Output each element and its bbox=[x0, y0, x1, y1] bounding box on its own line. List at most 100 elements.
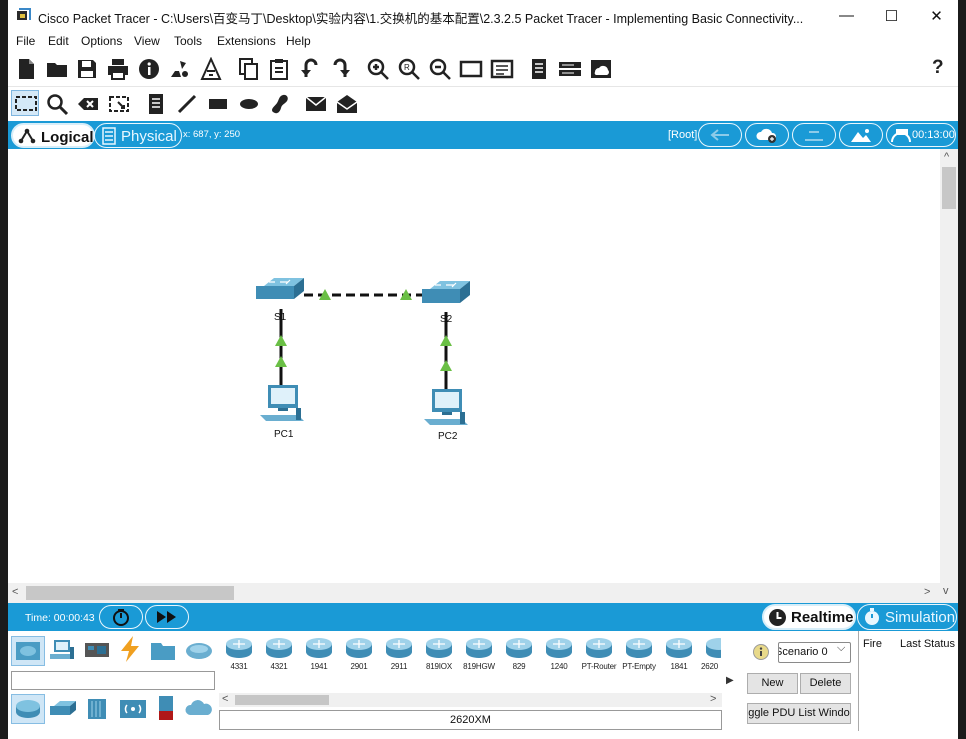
scroll-right-icon[interactable]: > bbox=[924, 586, 930, 598]
menu-options[interactable]: Options bbox=[81, 34, 122, 48]
paste-icon[interactable] bbox=[267, 57, 291, 81]
undo-icon[interactable] bbox=[298, 57, 322, 81]
router-model-1841[interactable]: 1841 bbox=[661, 634, 697, 671]
scrollbar-thumb[interactable] bbox=[26, 586, 234, 600]
components-icon[interactable] bbox=[83, 637, 111, 663]
inspect-icon[interactable] bbox=[45, 92, 69, 116]
move-object-button[interactable] bbox=[792, 123, 836, 147]
canvas-horizontal-scrollbar[interactable]: < > v bbox=[8, 583, 958, 603]
freeform-icon[interactable] bbox=[268, 92, 292, 116]
simulation-mode-tab[interactable]: Simulation bbox=[857, 604, 957, 630]
simple-pdu-icon[interactable] bbox=[304, 92, 328, 116]
chevron-down-icon[interactable]: ⌵ bbox=[837, 642, 845, 655]
power-cycle-button[interactable] bbox=[99, 605, 143, 629]
tab-physical[interactable]: Physical bbox=[94, 123, 182, 148]
set-tiled-background-button[interactable] bbox=[839, 123, 883, 147]
scroll-up-icon[interactable]: ^ bbox=[944, 151, 949, 163]
device-search-input[interactable] bbox=[11, 671, 215, 690]
switch-s2-icon[interactable] bbox=[422, 281, 470, 303]
device-dialog-icon[interactable] bbox=[558, 57, 582, 81]
copy-icon[interactable] bbox=[236, 57, 260, 81]
view-command-log-icon[interactable] bbox=[527, 57, 551, 81]
tab-logical[interactable]: Logical bbox=[11, 123, 95, 148]
open-folder-icon[interactable] bbox=[45, 57, 69, 81]
menu-tools[interactable]: Tools bbox=[174, 34, 202, 48]
collapse-panel-icon[interactable]: ▶ bbox=[726, 675, 734, 686]
delete-scenario-button[interactable]: Delete bbox=[800, 673, 851, 694]
info-icon[interactable] bbox=[137, 57, 161, 81]
routers-subcategory[interactable] bbox=[11, 694, 45, 724]
scroll-left-icon[interactable]: < bbox=[222, 693, 228, 705]
print-icon[interactable] bbox=[106, 57, 130, 81]
redo-icon[interactable] bbox=[329, 57, 353, 81]
end-devices-icon[interactable] bbox=[48, 637, 76, 663]
new-cluster-button[interactable] bbox=[745, 123, 789, 147]
root-label[interactable]: [Root] bbox=[668, 129, 697, 141]
connections-icon[interactable] bbox=[117, 635, 143, 663]
canvas-vertical-scrollbar[interactable]: ^ bbox=[940, 149, 958, 583]
save-icon[interactable] bbox=[75, 57, 99, 81]
menu-file[interactable]: File bbox=[16, 34, 35, 48]
logical-workspace-canvas[interactable]: S1 S2 PC1 PC2 bbox=[8, 149, 940, 583]
wan-emulation-icon[interactable] bbox=[184, 697, 214, 719]
delete-icon[interactable] bbox=[76, 92, 100, 116]
menu-view[interactable]: View bbox=[134, 34, 160, 48]
new-file-icon[interactable] bbox=[14, 57, 38, 81]
router-model-2911[interactable]: 2911 bbox=[381, 634, 417, 671]
scrollbar-thumb[interactable] bbox=[235, 695, 329, 705]
complex-pdu-icon[interactable] bbox=[335, 92, 359, 116]
zoom-reset-icon[interactable]: R bbox=[397, 57, 421, 81]
activity-wizard-icon[interactable] bbox=[168, 57, 192, 81]
router-model-4321[interactable]: 4321 bbox=[261, 634, 297, 671]
scrollbar-thumb[interactable] bbox=[942, 167, 956, 209]
resize-icon[interactable] bbox=[107, 92, 131, 116]
security-icon[interactable] bbox=[156, 694, 176, 722]
menu-extensions[interactable]: Extensions bbox=[217, 34, 276, 48]
rectangle-icon[interactable] bbox=[206, 92, 230, 116]
router-model-2620[interactable]: 2620 bbox=[701, 634, 721, 670]
router-model-819iox[interactable]: 819IOX bbox=[421, 634, 457, 671]
pc2-icon[interactable] bbox=[424, 389, 468, 425]
line-icon[interactable] bbox=[175, 92, 199, 116]
menu-help[interactable]: Help bbox=[286, 34, 311, 48]
router-model-819hgw[interactable]: 819HGW bbox=[461, 634, 497, 671]
switches-icon[interactable] bbox=[48, 697, 78, 721]
select-icon[interactable] bbox=[14, 92, 38, 116]
back-button[interactable] bbox=[698, 123, 742, 147]
router-model-829[interactable]: 829 bbox=[501, 634, 537, 671]
new-scenario-button[interactable]: New bbox=[747, 673, 798, 694]
note-icon[interactable] bbox=[144, 92, 168, 116]
close-button[interactable]: ✕ bbox=[914, 0, 958, 31]
router-model-1941[interactable]: 1941 bbox=[301, 634, 337, 671]
router-model-pt-router[interactable]: PT-Router bbox=[581, 634, 617, 671]
scroll-right-icon[interactable]: > bbox=[710, 693, 716, 705]
maximize-button[interactable]: ☐ bbox=[869, 0, 914, 31]
pc1-icon[interactable] bbox=[260, 385, 304, 421]
scroll-down-icon[interactable]: v bbox=[943, 585, 949, 597]
drawing-palette-icon[interactable] bbox=[459, 57, 483, 81]
ellipse-icon[interactable] bbox=[237, 92, 261, 116]
router-model-pt-empty[interactable]: PT-Empty bbox=[621, 634, 657, 671]
menu-edit[interactable]: Edit bbox=[48, 34, 69, 48]
custom-device-icon[interactable] bbox=[199, 57, 223, 81]
router-model-4331[interactable]: 4331 bbox=[221, 634, 257, 671]
custom-device-dialog-icon[interactable] bbox=[490, 57, 514, 81]
miscellaneous-icon[interactable] bbox=[149, 637, 177, 663]
wireless-devices-icon[interactable] bbox=[118, 698, 148, 720]
router-model-2901[interactable]: 2901 bbox=[341, 634, 377, 671]
help-button[interactable]: ? bbox=[932, 57, 944, 79]
multiuser-icon[interactable] bbox=[184, 638, 214, 662]
scroll-left-icon[interactable]: < bbox=[12, 586, 18, 598]
toggle-pdu-list-button[interactable]: ggle PDU List Windo bbox=[747, 703, 851, 724]
cluster-icon[interactable] bbox=[589, 57, 613, 81]
network-devices-category[interactable] bbox=[11, 636, 45, 666]
router-model-1240[interactable]: 1240 bbox=[541, 634, 577, 671]
fast-forward-button[interactable] bbox=[145, 605, 189, 629]
switch-s1-icon[interactable] bbox=[256, 278, 304, 299]
zoom-out-icon[interactable] bbox=[428, 57, 452, 81]
zoom-in-icon[interactable] bbox=[366, 57, 390, 81]
device-list-scrollbar[interactable]: < > bbox=[219, 693, 722, 707]
realtime-mode-tab[interactable]: Realtime bbox=[762, 604, 856, 630]
hubs-icon[interactable] bbox=[84, 696, 110, 722]
minimize-button[interactable]: — bbox=[824, 0, 869, 31]
